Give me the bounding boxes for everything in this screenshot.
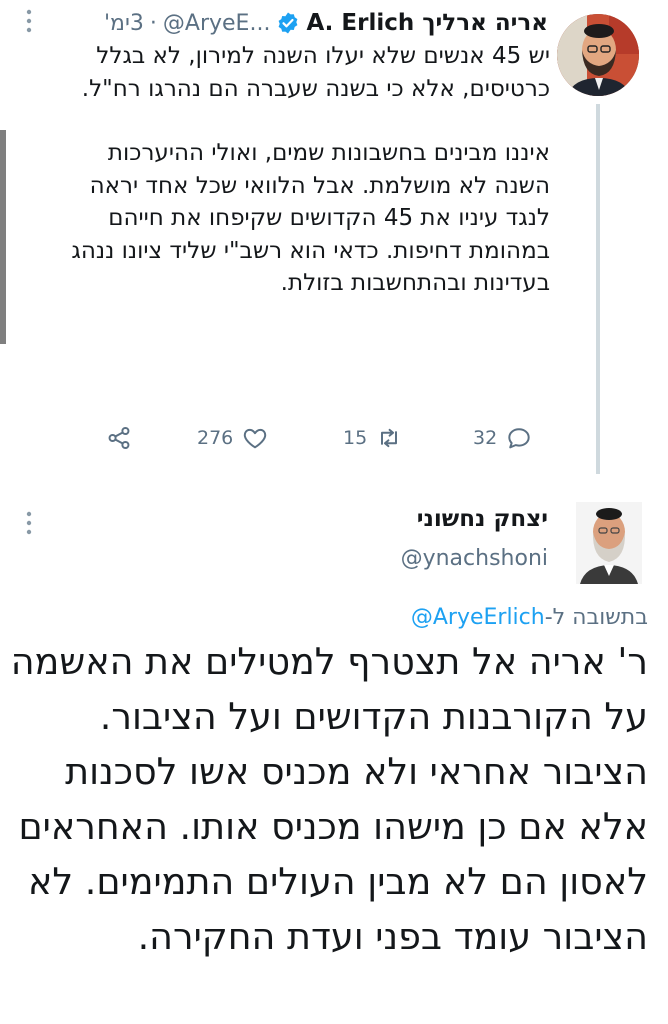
like-count: 276 (197, 427, 234, 449)
avatar-photo-icon (576, 502, 642, 584)
display-name[interactable]: A. Erlich אריה ארליך (306, 10, 548, 36)
retweet-button[interactable]: 15 (343, 424, 403, 452)
separator-dot: · (149, 10, 157, 36)
avatar[interactable] (557, 14, 639, 96)
avatar[interactable] (576, 502, 642, 584)
tweet-text: ר' אריה אל תצטרף למטילים את האשמה על הקו… (10, 640, 648, 958)
more-options-icon[interactable] (24, 510, 34, 536)
thread-connector-line (596, 104, 600, 474)
left-edge-scroll-indicator (0, 130, 6, 344)
display-name[interactable]: יצחק נחשוני (417, 506, 548, 532)
avatar-photo-icon (557, 14, 639, 96)
reply-icon (508, 428, 530, 449)
reply-count: 32 (473, 427, 498, 449)
verified-badge-icon (279, 12, 298, 34)
timestamp[interactable]: 3ימ' (104, 11, 144, 36)
handle[interactable]: @AryeE... (163, 11, 271, 36)
handle[interactable]: @ynachshoni (401, 546, 548, 571)
retweet-count: 15 (343, 427, 368, 449)
reply-handle-link[interactable]: @AryeErlich (411, 605, 545, 630)
reply-button[interactable]: 32 (473, 424, 533, 452)
tweet-paragraph: יש 45 אנשים שלא יעלו השנה למירון, לא בגל… (81, 43, 550, 102)
tweet-header: A. Erlich אריה ארליך @AryeE... · 3ימ' (104, 8, 548, 38)
retweet-icon (381, 428, 398, 448)
like-icon (244, 428, 267, 449)
tweet-paragraph: איננו מבינים בחשבונות שמים, ואולי ההיערכ… (71, 140, 550, 296)
tweet-text: יש 45 אנשים שלא יעלו השנה למירון, לא בגל… (50, 40, 550, 300)
like-button[interactable]: 276 (197, 424, 269, 452)
replying-to: בתשובה ל-@AryeErlich (411, 605, 648, 630)
share-icon (108, 426, 130, 450)
more-options-icon[interactable] (24, 8, 34, 34)
share-button[interactable] (105, 424, 133, 452)
tweet-actions: 32 15 276 (100, 424, 550, 460)
reply-prefix: בתשובה ל- (544, 605, 648, 630)
